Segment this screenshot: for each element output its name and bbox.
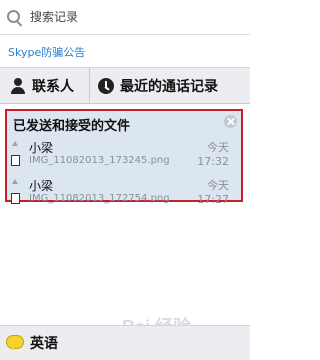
person-icon xyxy=(10,77,26,94)
file-icon xyxy=(11,193,20,204)
tab-contacts-label: 联系人 xyxy=(32,78,74,95)
transfer-day: 今天 xyxy=(207,141,229,154)
list-item[interactable]: 小梁 IMG_11082013_172754.png 今天 17:27 xyxy=(7,177,241,206)
file-name[interactable]: IMG_11082013_172754.png xyxy=(29,193,170,204)
search-bar[interactable]: 搜索记录 xyxy=(0,0,250,34)
upload-arrow-icon xyxy=(12,179,18,184)
search-icon xyxy=(7,10,20,23)
tab-recent-calls[interactable]: 最近的通话记录 xyxy=(89,68,251,103)
chat-bubble-icon xyxy=(6,335,24,350)
tab-contacts[interactable]: 联系人 xyxy=(0,68,88,103)
tab-bar: 联系人 最近的通话记录 xyxy=(0,67,250,104)
sender-name: 小梁 xyxy=(29,179,54,193)
sender-name: 小梁 xyxy=(29,141,54,155)
file-name[interactable]: IMG_11082013_173245.png xyxy=(29,155,170,166)
language-label: 英语 xyxy=(30,336,58,352)
file-icon xyxy=(11,155,20,166)
search-input[interactable]: 搜索记录 xyxy=(30,8,78,25)
divider xyxy=(0,34,250,35)
panel-title: 已发送和接受的文件 xyxy=(13,119,131,134)
close-icon[interactable] xyxy=(224,115,237,128)
language-bar[interactable]: 英语 xyxy=(0,325,250,360)
notice-link[interactable]: Skype防骗公告 xyxy=(8,44,85,60)
transfer-day: 今天 xyxy=(207,179,229,192)
transfer-time: 17:27 xyxy=(197,193,229,206)
transfer-time: 17:32 xyxy=(197,155,229,168)
clock-icon xyxy=(98,77,114,94)
upload-arrow-icon xyxy=(12,141,18,146)
file-transfers-panel: 已发送和接受的文件 小梁 IMG_11082013_173245.png 今天 … xyxy=(5,109,243,206)
list-item[interactable]: 小梁 IMG_11082013_173245.png 今天 17:32 xyxy=(7,139,241,175)
tab-recent-calls-label: 最近的通话记录 xyxy=(120,78,218,95)
